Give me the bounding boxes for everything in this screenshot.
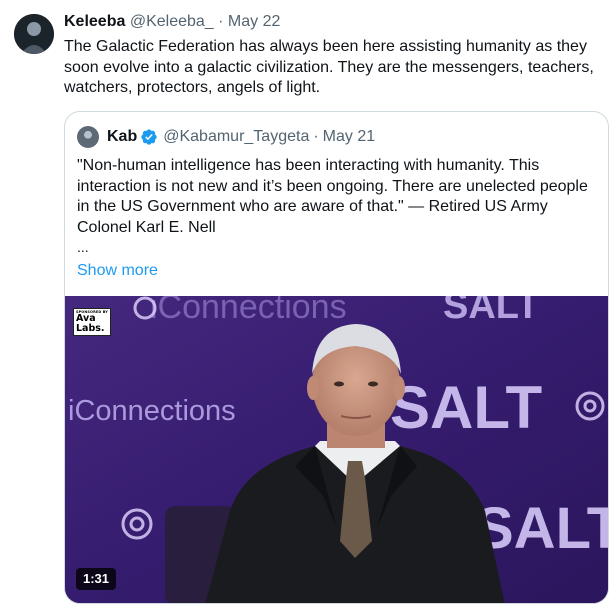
author-avatar[interactable] <box>14 14 54 54</box>
svg-text:SALT: SALT <box>443 296 539 327</box>
post-text: The Galactic Federation has always been … <box>64 38 594 96</box>
video-player[interactable]: iConnections SALT iConnections SALT SALT <box>65 296 609 603</box>
backdrop-text-middle: iConnections <box>68 395 236 427</box>
video-duration-badge: 1:31 <box>76 568 117 590</box>
author-name[interactable]: Keleeba <box>64 13 125 30</box>
post-header: Keleeba @Keleeba_ · May 22 <box>64 12 280 32</box>
header-separator: · <box>218 13 224 30</box>
quote-ellipsis: ... <box>77 239 89 255</box>
svg-text:SALT: SALT <box>390 374 542 441</box>
svg-text:SALT: SALT <box>475 496 609 561</box>
post-date[interactable]: May 22 <box>228 13 280 30</box>
quote-header: Kab @Kabamur_Taygeta · May 21 <box>107 127 375 147</box>
video-thumbnail: iConnections SALT iConnections SALT SALT <box>65 296 609 603</box>
quote-text: "Non-human intelligence has been interac… <box>77 157 588 236</box>
sponsor-logo: SPONSORED BY Ava Labs. <box>73 308 111 336</box>
quote-date[interactable]: May 21 <box>323 127 375 147</box>
verified-badge-icon <box>141 129 157 145</box>
author-handle[interactable]: @Keleeba_ <box>130 13 214 30</box>
backdrop-text-top: iConnections <box>150 296 347 326</box>
quote-header-separator: · <box>313 128 319 145</box>
quoted-post-card[interactable]: Kab @Kabamur_Taygeta · May 21 "Non-human… <box>64 111 609 604</box>
quote-author-handle[interactable]: @Kabamur_Taygeta <box>163 127 309 147</box>
show-more-link[interactable]: Show more <box>77 261 158 281</box>
quote-author-avatar[interactable] <box>77 126 99 148</box>
quote-author-name[interactable]: Kab <box>107 127 137 147</box>
